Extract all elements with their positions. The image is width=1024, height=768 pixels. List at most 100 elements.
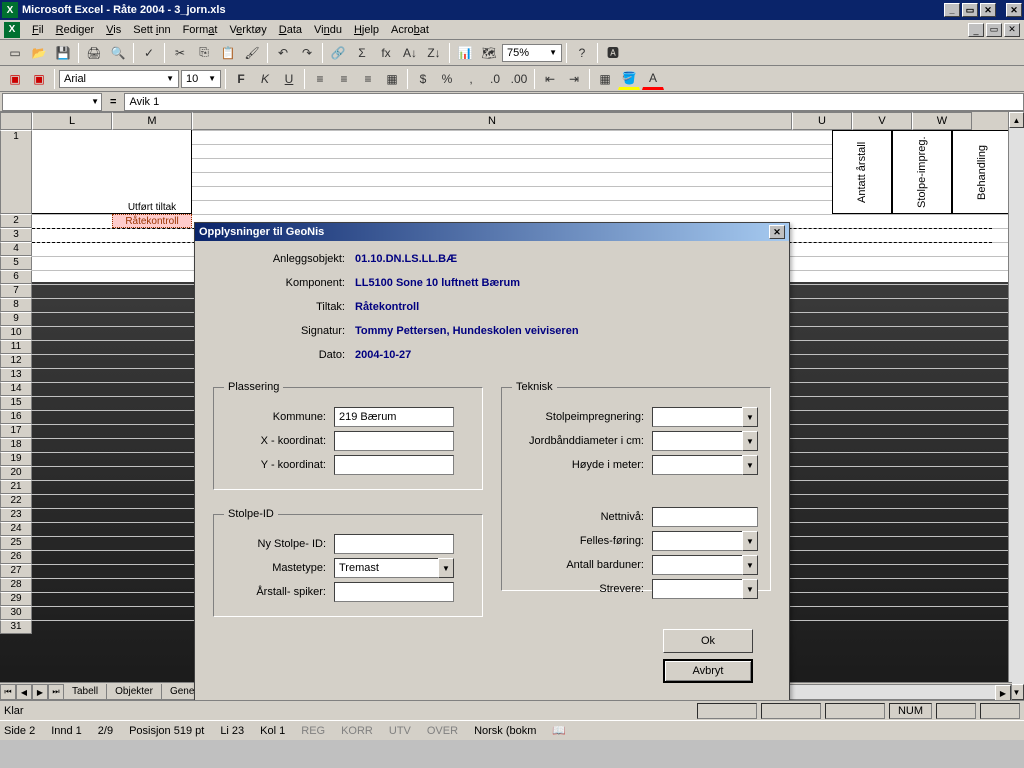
menu-fil[interactable]: Fil <box>26 24 50 36</box>
ykoord-input[interactable] <box>334 455 454 475</box>
cut-icon[interactable]: ✂ <box>169 42 191 64</box>
row-header[interactable]: 26 <box>0 550 32 564</box>
stolpeimp-combo[interactable]: ▼ <box>652 407 758 427</box>
hoyde-combo[interactable]: ▼ <box>652 455 758 475</box>
vertical-scrollbar[interactable]: ▲ ▼ <box>1008 112 1024 700</box>
secondary-close-button[interactable]: ✕ <box>1006 3 1022 17</box>
menu-settinn[interactable]: Sett inn <box>127 24 176 36</box>
col-header-v[interactable]: V <box>852 112 912 130</box>
tab-next-icon[interactable]: ▶ <box>32 684 48 700</box>
col-header-m[interactable]: M <box>112 112 192 130</box>
row-header[interactable]: 16 <box>0 410 32 424</box>
kommune-input[interactable] <box>334 407 454 427</box>
select-all-corner[interactable] <box>0 112 32 130</box>
nystolpe-input[interactable] <box>334 534 454 554</box>
nettniva-input[interactable] <box>652 507 758 527</box>
row-header[interactable]: 30 <box>0 606 32 620</box>
row-header[interactable]: 6 <box>0 270 32 284</box>
chevron-down-icon[interactable]: ▼ <box>742 579 758 599</box>
menu-hjelp[interactable]: Hjelp <box>348 24 385 36</box>
row-header[interactable]: 22 <box>0 494 32 508</box>
row-header[interactable]: 29 <box>0 592 32 606</box>
align-right-icon[interactable]: ≡ <box>357 68 379 90</box>
chevron-down-icon[interactable]: ▼ <box>742 455 758 475</box>
sort-asc-icon[interactable]: A↓ <box>399 42 421 64</box>
menu-rediger[interactable]: Rediger <box>50 24 101 36</box>
row-header[interactable]: 21 <box>0 480 32 494</box>
minimize-button[interactable]: _ <box>944 3 960 17</box>
help-icon[interactable]: ? <box>571 42 593 64</box>
currency-icon[interactable]: $ <box>412 68 434 90</box>
pdfmail-icon[interactable]: ▣ <box>28 68 50 90</box>
book-icon[interactable]: 📖 <box>552 724 566 737</box>
doc-icon[interactable]: X <box>4 22 20 38</box>
felles-combo[interactable]: ▼ <box>652 531 758 551</box>
align-center-icon[interactable]: ≡ <box>333 68 355 90</box>
percent-icon[interactable]: % <box>436 68 458 90</box>
chevron-down-icon[interactable]: ▼ <box>742 431 758 451</box>
row-header[interactable]: 10 <box>0 326 32 340</box>
row-header[interactable]: 1 <box>0 130 32 214</box>
row-header[interactable]: 15 <box>0 396 32 410</box>
row-header[interactable]: 8 <box>0 298 32 312</box>
strevere-combo[interactable]: ▼ <box>652 579 758 599</box>
pdf-icon[interactable]: ▣ <box>4 68 26 90</box>
row-header[interactable]: 23 <box>0 508 32 522</box>
chevron-down-icon[interactable]: ▼ <box>742 555 758 575</box>
tab-prev-icon[interactable]: ◀ <box>16 684 32 700</box>
name-box[interactable]: ▼ <box>2 93 102 111</box>
row-header[interactable]: 17 <box>0 424 32 438</box>
row-header[interactable]: 2 <box>0 214 32 228</box>
chevron-down-icon[interactable]: ▼ <box>742 531 758 551</box>
link-icon[interactable]: 🔗 <box>327 42 349 64</box>
doc-close-button[interactable]: ✕ <box>1004 23 1020 37</box>
avbryt-button[interactable]: Avbryt <box>663 659 753 683</box>
font-size-combo[interactable]: 10▼ <box>181 70 221 88</box>
row-header[interactable]: 19 <box>0 452 32 466</box>
row-header[interactable]: 28 <box>0 578 32 592</box>
menu-format[interactable]: Format <box>177 24 224 36</box>
italic-icon[interactable]: K <box>254 68 276 90</box>
row-header[interactable]: 20 <box>0 466 32 480</box>
cell-m1[interactable]: Utført tiltak <box>112 200 192 214</box>
menu-vindu[interactable]: Vindu <box>308 24 348 36</box>
col-header-w[interactable]: W <box>912 112 972 130</box>
merge-icon[interactable]: ▦ <box>381 68 403 90</box>
sheet-tab[interactable]: Objekter <box>106 684 162 700</box>
row-header[interactable]: 12 <box>0 354 32 368</box>
barduner-combo[interactable]: ▼ <box>652 555 758 575</box>
row-header[interactable]: 4 <box>0 242 32 256</box>
inc-indent-icon[interactable]: ⇥ <box>563 68 585 90</box>
row-header[interactable]: 7 <box>0 284 32 298</box>
align-left-icon[interactable]: ≡ <box>309 68 331 90</box>
row-header[interactable]: 24 <box>0 522 32 536</box>
new-icon[interactable]: ▭ <box>4 42 26 64</box>
doc-minimize-button[interactable]: _ <box>968 23 984 37</box>
row-header[interactable]: 9 <box>0 312 32 326</box>
tab-first-icon[interactable]: ⏮ <box>0 684 16 700</box>
open-icon[interactable]: 📂 <box>28 42 50 64</box>
dec-decimal-icon[interactable]: .00 <box>508 68 530 90</box>
chart-icon[interactable]: 📊 <box>454 42 476 64</box>
save-icon[interactable]: 💾 <box>52 42 74 64</box>
mastetype-combo[interactable]: ▼ <box>334 558 454 578</box>
row-header[interactable]: 3 <box>0 228 32 242</box>
row-header[interactable]: 14 <box>0 382 32 396</box>
row-header[interactable]: 18 <box>0 438 32 452</box>
zoom-combo[interactable]: 75%▼ <box>502 44 562 62</box>
undo-icon[interactable]: ↶ <box>272 42 294 64</box>
row-header[interactable]: 13 <box>0 368 32 382</box>
col-header-n[interactable]: N <box>192 112 792 130</box>
font-color-icon[interactable]: A <box>642 68 664 90</box>
dialog-close-button[interactable]: ✕ <box>769 225 785 239</box>
preview-icon[interactable]: 🔍 <box>107 42 129 64</box>
row-header[interactable]: 31 <box>0 620 32 634</box>
fill-color-icon[interactable]: 🪣 <box>618 68 640 90</box>
sum-icon[interactable]: Σ <box>351 42 373 64</box>
sheet-tab[interactable]: Tabell <box>63 684 107 700</box>
ok-button[interactable]: Ok <box>663 629 753 653</box>
menu-vis[interactable]: Vis <box>100 24 127 36</box>
row-header[interactable]: 27 <box>0 564 32 578</box>
bold-icon[interactable]: F <box>230 68 252 90</box>
doc-restore-button[interactable]: ▭ <box>986 23 1002 37</box>
